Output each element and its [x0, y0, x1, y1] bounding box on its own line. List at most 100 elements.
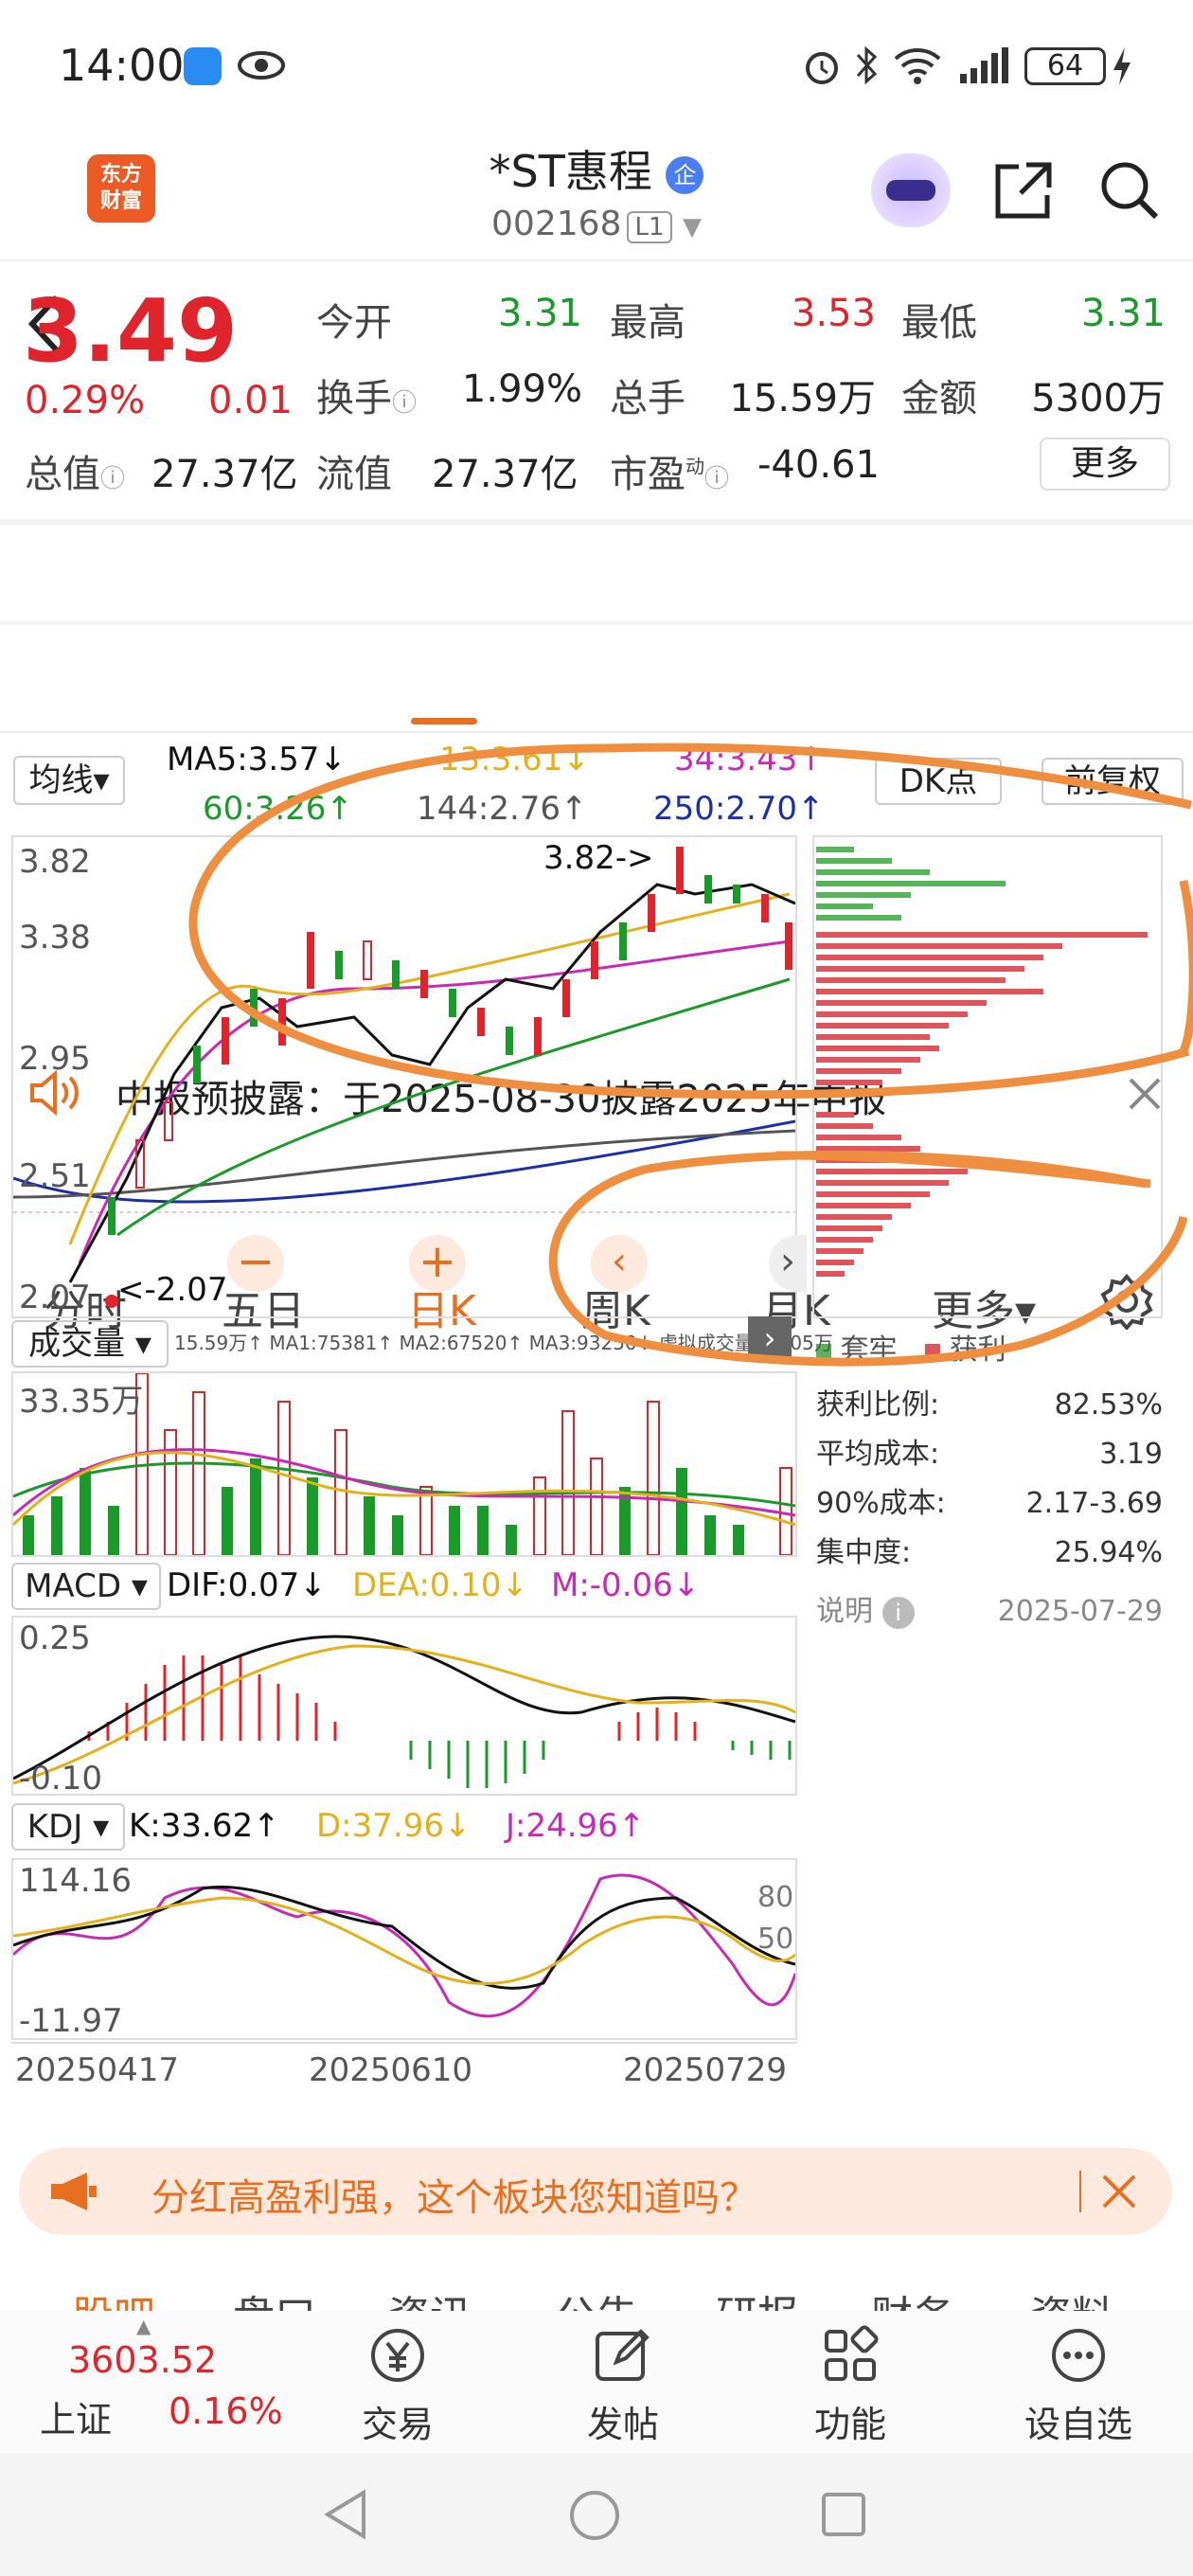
- kdj-level-50: 50: [757, 1923, 794, 1956]
- volume-label: 总手: [610, 377, 686, 420]
- chip-svg: [816, 847, 1148, 1277]
- chip-distribution[interactable]: [812, 835, 1163, 1318]
- ma144-value: 144:2.76↑: [417, 790, 588, 828]
- current-price: 3.49: [23, 280, 238, 382]
- pe-value: -40.61: [757, 443, 880, 487]
- megaphone-icon: [51, 2173, 97, 2210]
- volume-value: 15.59万: [729, 377, 876, 420]
- kdj-d: D:37.96↓: [316, 1807, 472, 1845]
- promo-banner[interactable]: 分红高盈利强，这个板块您知道吗？: [19, 2148, 1172, 2235]
- period-tabs: 分时 五日 日K 周K 月K 更多▾: [0, 625, 1193, 1335]
- function-button[interactable]: 功能: [793, 2311, 907, 2447]
- y-axis-bottom: 2.07: [19, 1279, 91, 1316]
- volume-selector[interactable]: 成交量 ▾: [11, 1320, 169, 1368]
- macd-m: M:-0.06↓: [551, 1566, 701, 1604]
- volume-chart[interactable]: 33.35万: [11, 1371, 797, 1557]
- dropdown-triangle-icon: ▼: [682, 213, 702, 242]
- turnover-label: 换手ⓘ: [316, 377, 418, 420]
- system-nav-bar: [0, 2453, 1193, 2576]
- high-label: 最高: [610, 301, 686, 345]
- volume-expand-button[interactable]: ›: [748, 1316, 792, 1360]
- adjust-button[interactable]: 前复权: [1042, 758, 1184, 805]
- nav-back-icon[interactable]: [322, 2489, 369, 2540]
- index-percent[interactable]: 0.16%: [169, 2390, 283, 2432]
- kline-svg: [12, 847, 796, 1308]
- kline-chart[interactable]: 3.82 3.38 2.95 2.51 2.07 3.82-> <-2.07 −…: [11, 835, 807, 1318]
- kdj-chart[interactable]: 114.16 -11.97 80 50: [11, 1858, 797, 2040]
- add-watchlist-button[interactable]: 设自选: [1007, 2311, 1149, 2447]
- open-label: 今开: [316, 301, 392, 345]
- chip-note-row[interactable]: 说明 i 2025-07-29: [816, 1587, 1163, 1637]
- y-axis-3: 2.95: [19, 1040, 91, 1078]
- low-label: 最低: [901, 301, 977, 345]
- robot-assistant-icon[interactable]: [871, 153, 951, 227]
- index-name[interactable]: 上证: [40, 2390, 112, 2442]
- post-button[interactable]: 发帖: [566, 2311, 680, 2447]
- post-label: 发帖: [586, 2404, 659, 2445]
- zoom-out-button[interactable]: −: [227, 1235, 284, 1292]
- close-icon[interactable]: [1100, 2173, 1138, 2210]
- subtab-news[interactable]: 资讯: [388, 2282, 472, 2311]
- macd-dif: DIF:0.07↓: [167, 1566, 327, 1604]
- ma60-value: 60:3.26↑: [203, 790, 353, 828]
- kdj-axis-top: 114.16: [19, 1862, 132, 1900]
- dk-point-button[interactable]: DK点: [875, 758, 1002, 805]
- macd-chart[interactable]: 0.25 -0.10: [11, 1616, 797, 1798]
- index-value[interactable]: 3603.52: [68, 2339, 217, 2381]
- subtab-announcement[interactable]: 公告: [555, 2282, 638, 2311]
- subtab-research[interactable]: 研报: [716, 2282, 799, 2311]
- ma-selector[interactable]: 均线▾: [13, 756, 125, 805]
- section-tabs: 股吧 盘口 资讯 公告 研报 财务 资料: [0, 2269, 1193, 2311]
- nav-home-icon[interactable]: [568, 2489, 621, 2542]
- notice-bar[interactable]: 中报预披露：于2025-08-30披露2025年中报: [0, 523, 1193, 1121]
- bluetooth-icon: [856, 45, 878, 85]
- kdj-j: J:24.96↑: [506, 1807, 646, 1845]
- chip-row: 集中度: 25.94%: [816, 1536, 1163, 1569]
- more-button[interactable]: 更多: [1040, 438, 1170, 491]
- subtab-pankou[interactable]: 盘口: [233, 2282, 316, 2311]
- signal-icon: [960, 47, 1008, 83]
- subtab-guba[interactable]: 股吧: [72, 2282, 155, 2311]
- y-axis-4: 2.51: [19, 1157, 91, 1195]
- eye-icon: [238, 51, 285, 80]
- chip-row: 90%成本: 2.17-3.69: [816, 1487, 1163, 1520]
- ma5-value: MA5:3.57↓: [167, 741, 347, 778]
- date-end: 20250729: [623, 2051, 788, 2089]
- add-watchlist-label: 设自选: [1024, 2404, 1132, 2445]
- status-time: 14:00: [59, 40, 185, 91]
- nav-recents-icon[interactable]: [820, 2491, 867, 2538]
- search-icon[interactable]: [1098, 159, 1161, 222]
- level-badge: L1: [627, 211, 672, 243]
- chip-row: 获利比例: 82.53%: [816, 1388, 1163, 1422]
- share-icon[interactable]: [992, 159, 1055, 222]
- trade-button[interactable]: 交易: [341, 2311, 454, 2447]
- zoom-in-button[interactable]: +: [409, 1235, 466, 1292]
- chip-row: 平均成本: 3.19: [816, 1438, 1163, 1471]
- kdj-selector[interactable]: KDJ ▾: [11, 1803, 125, 1851]
- turnover-value: 1.99%: [461, 367, 582, 411]
- float-label: 流值: [316, 453, 392, 496]
- subtab-profile[interactable]: 资料: [1030, 2282, 1113, 2311]
- macd-svg: [12, 1635, 796, 1788]
- date-start: 20250417: [15, 2051, 180, 2089]
- date-mid: 20250610: [309, 2051, 473, 2089]
- wifi-icon: [894, 48, 941, 84]
- battery-icon: 64: [1024, 47, 1106, 85]
- enterprise-badge: 企: [666, 155, 704, 194]
- scroll-left-button[interactable]: ‹: [591, 1235, 648, 1292]
- charging-icon: [1113, 47, 1131, 85]
- kdj-level-80: 80: [757, 1881, 794, 1914]
- active-tab-indicator: [411, 718, 477, 724]
- low-marker: <-2.07: [117, 1271, 228, 1309]
- candles: [108, 847, 792, 1235]
- edit-icon: [596, 2329, 650, 2381]
- mktcap-value: 27.37亿: [151, 453, 298, 496]
- promo-text: 分红高盈利强，这个板块您知道吗？: [151, 2176, 757, 2220]
- info-icon: i: [881, 1597, 915, 1629]
- apps-grid-icon: [825, 2325, 879, 2381]
- macd-selector[interactable]: MACD ▾: [11, 1563, 161, 1610]
- y-axis-top: 3.82: [19, 843, 91, 881]
- subtab-finance[interactable]: 财务: [871, 2282, 954, 2311]
- legend-trapped: 套牢: [840, 1333, 898, 1367]
- legend-profit: 获利: [949, 1333, 1006, 1367]
